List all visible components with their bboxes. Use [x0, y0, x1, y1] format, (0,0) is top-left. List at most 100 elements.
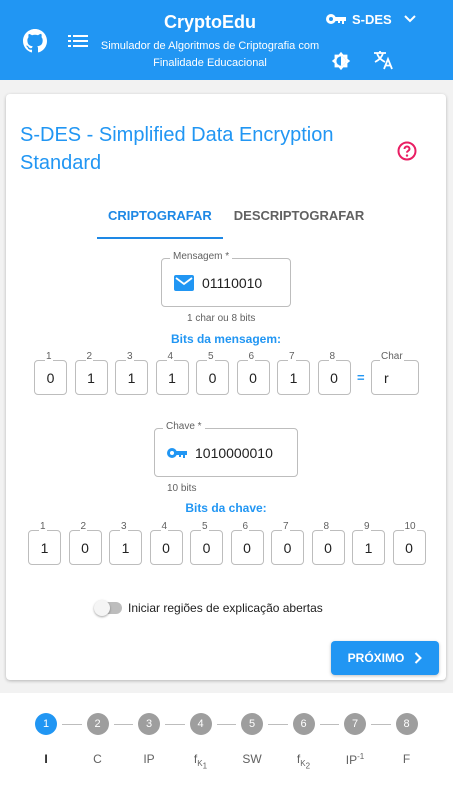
step-connector: [268, 724, 288, 725]
key-bit-value: 1: [121, 539, 130, 556]
message-bit-value: 0: [249, 369, 257, 386]
key-bit-value: 0: [283, 539, 292, 556]
key-bit-value: 1: [364, 539, 373, 556]
step-connector: [62, 724, 82, 725]
message-bit-8[interactable]: 80: [317, 351, 351, 395]
message-bit-value: 0: [330, 369, 338, 386]
step-connector: [216, 724, 236, 725]
message-bit-3[interactable]: 31: [115, 351, 148, 395]
message-bit-6[interactable]: 60: [236, 351, 270, 395]
key-bit-9[interactable]: 91: [352, 521, 385, 565]
tab-encrypt[interactable]: CRIPTOGRAFAR: [97, 200, 223, 239]
key-icon: [167, 447, 187, 458]
key-field[interactable]: Chave * 1010000010: [154, 421, 298, 477]
help-icon[interactable]: [397, 141, 417, 161]
message-hint: 1 char ou 8 bits: [187, 313, 256, 324]
key-bit-3[interactable]: 31: [109, 521, 142, 565]
message-label: Mensagem *: [170, 251, 233, 262]
key-bit-number: 8: [322, 521, 331, 532]
step-connector: [165, 724, 185, 725]
toggle-label: Iniciar regiões de explicação abertas: [128, 601, 323, 615]
message-bit-number: 4: [166, 351, 175, 362]
email-icon: [174, 274, 194, 291]
list-icon[interactable]: [68, 32, 88, 50]
key-bit-8[interactable]: 80: [311, 521, 345, 565]
step-2[interactable]: 2: [86, 713, 109, 735]
key-bit-number: 1: [39, 521, 47, 532]
step-3[interactable]: 3: [138, 713, 160, 735]
key-bit-value: 0: [81, 539, 89, 556]
message-bit-number: 1: [45, 351, 53, 362]
step-connector: [319, 724, 339, 725]
app-title: CryptoEdu: [164, 12, 256, 32]
page-title: S-DES - Simplified Data Encryption Stand…: [20, 124, 334, 174]
key-bit-7[interactable]: 70: [271, 521, 304, 565]
message-bit-1[interactable]: 10: [34, 351, 67, 395]
step-5[interactable]: 5: [241, 713, 263, 735]
algorithm-name: S-DES: [352, 11, 392, 27]
step-label: fK2: [296, 752, 311, 771]
key-bit-1[interactable]: 11: [28, 521, 61, 565]
step-6[interactable]: 6: [292, 713, 315, 735]
message-field[interactable]: Mensagem * 01110010: [161, 251, 291, 307]
github-icon[interactable]: [23, 29, 47, 53]
key-bit-5[interactable]: 50: [190, 521, 223, 565]
key-bit-number: 3: [120, 521, 128, 532]
key-bit-number: 4: [160, 521, 169, 532]
key-bit-2[interactable]: 20: [68, 521, 102, 565]
message-bit-value: 0: [46, 369, 55, 386]
step-4[interactable]: 4: [189, 713, 212, 735]
char-label: Char: [380, 351, 404, 362]
chevron-down-icon: [404, 15, 416, 23]
step-label: fK1: [193, 752, 208, 771]
step-8[interactable]: 8: [395, 713, 418, 735]
message-bit-value: 1: [289, 369, 298, 386]
key-label: Chave *: [163, 421, 205, 432]
message-bits-label: Bits da mensagem:: [170, 332, 282, 346]
step-connector: [371, 724, 391, 725]
chevron-right-icon: [415, 652, 423, 664]
key-bit-6[interactable]: 60: [230, 521, 264, 565]
next-button[interactable]: PRÓXIMO: [331, 641, 439, 675]
message-bit-number: 3: [126, 351, 134, 362]
message-bit-value: 1: [127, 369, 136, 386]
toggle-knob[interactable]: [94, 600, 110, 616]
key-bit-number: 5: [201, 521, 209, 532]
theme-toggle-icon[interactable]: [330, 50, 352, 72]
step-label: IP-1: [345, 752, 365, 767]
key-bit-number: 9: [363, 521, 371, 532]
tab-decrypt[interactable]: DESCRIPTOGRAFAR: [223, 200, 376, 239]
message-bit-value: 1: [168, 369, 176, 386]
key-bit-value: 0: [162, 539, 170, 556]
message-bit-2[interactable]: 21: [74, 351, 108, 395]
explanation-toggle[interactable]: [94, 600, 122, 616]
key-bit-number: 2: [79, 521, 88, 532]
key-bit-4[interactable]: 40: [149, 521, 183, 565]
step-connector: [113, 724, 133, 725]
key-bit-number: 7: [282, 521, 290, 532]
key-bit-10[interactable]: 10 0: [392, 521, 426, 565]
step-label: F: [402, 752, 411, 766]
message-bit-number: 6: [247, 351, 256, 362]
message-bit-value: 0: [208, 369, 217, 386]
char-field[interactable]: Char r: [371, 351, 419, 395]
message-bit-value: 1: [87, 369, 95, 386]
key-bit-number: 6: [241, 521, 250, 532]
key-hint: 10 bits: [167, 483, 197, 494]
translate-icon[interactable]: [372, 49, 396, 71]
message-bit-5[interactable]: 50: [196, 351, 229, 395]
step-1[interactable]: 1: [35, 713, 57, 735]
sdes-card: S-DES - Simplified Data Encryption Stand…: [6, 94, 446, 680]
key-value: 1010000010: [195, 444, 273, 461]
message-bit-number: 7: [288, 351, 296, 362]
key-bit-value: 1: [40, 539, 49, 556]
message-bit-number: 2: [85, 351, 94, 362]
step-label: I: [44, 752, 48, 766]
step-7[interactable]: 7: [344, 713, 366, 735]
char-value: r: [384, 369, 389, 386]
algorithm-selector[interactable]: S-DES: [326, 9, 418, 29]
message-bit-number: 5: [207, 351, 215, 362]
message-bit-4[interactable]: 41: [155, 351, 189, 395]
step-label: IP: [143, 752, 155, 766]
message-bit-7[interactable]: 71: [277, 351, 310, 395]
